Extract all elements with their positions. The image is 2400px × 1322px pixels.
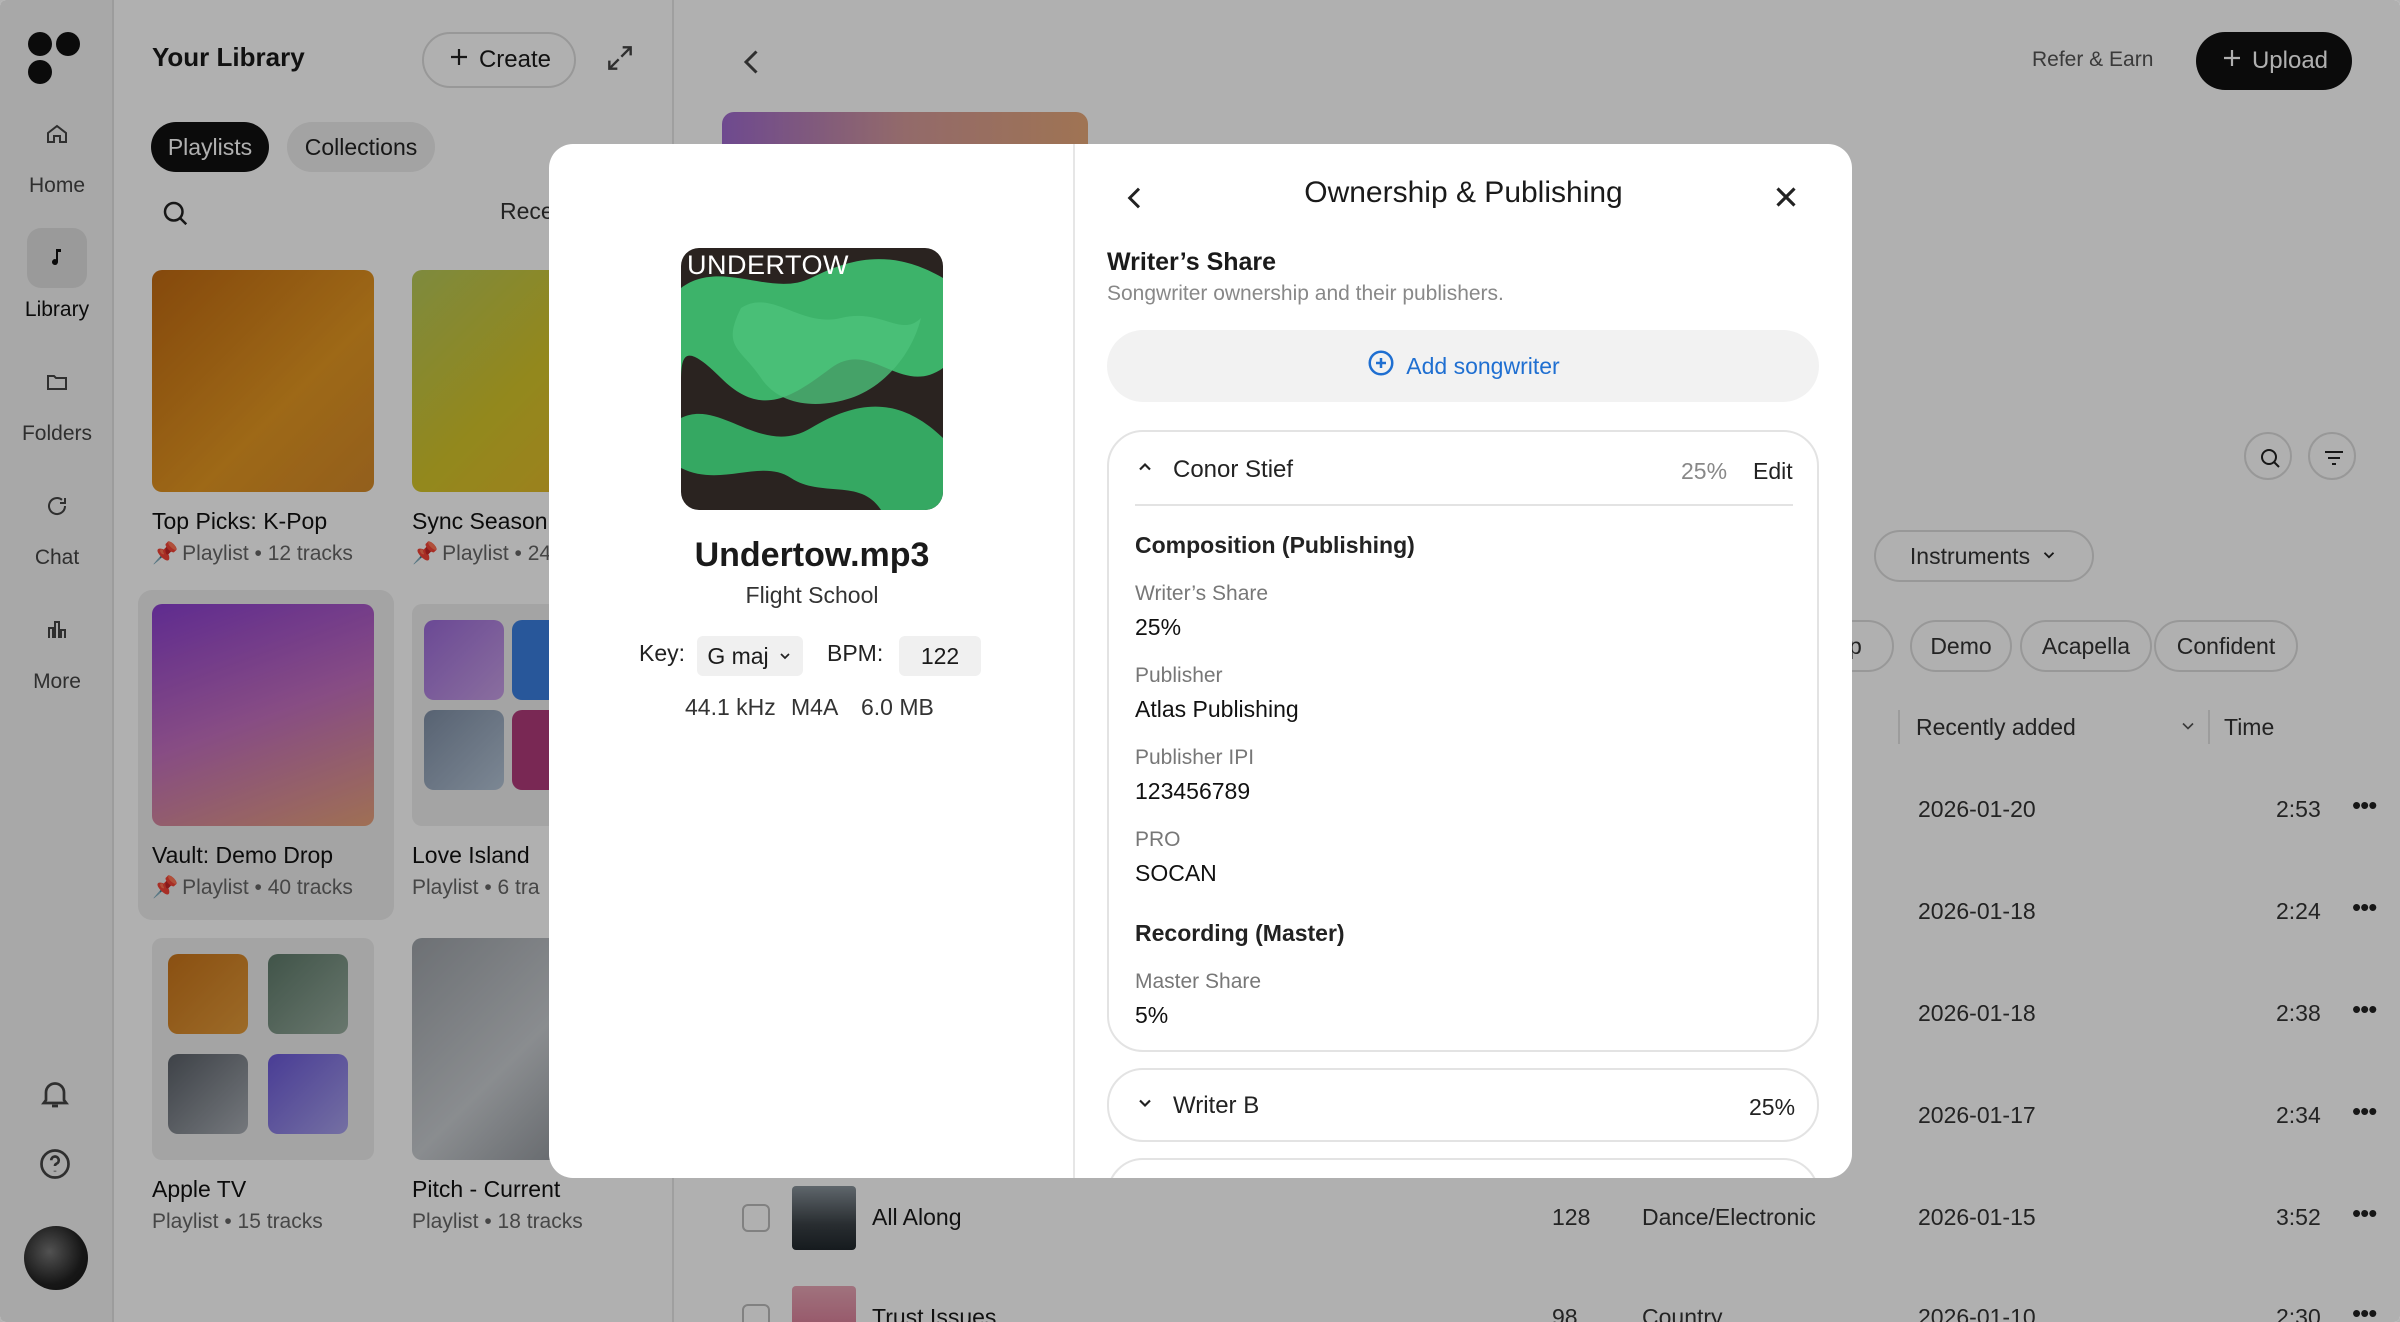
ownership-panel: Ownership & Publishing Writer’s Share So… <box>1075 144 1852 1178</box>
pro-value: SOCAN <box>1135 860 1217 886</box>
key-value: G maj <box>707 642 769 669</box>
add-songwriter-label: Add songwriter <box>1406 352 1560 379</box>
writers-share-title: Writer’s Share <box>1107 248 1277 276</box>
divider <box>1135 504 1793 506</box>
track-filename: Undertow.mp3 <box>694 536 930 574</box>
composition-title: Composition (Publishing) <box>1135 532 1415 558</box>
writer-name: Conor Stief <box>1173 456 1294 483</box>
file-format: M4A <box>791 694 839 720</box>
app-window: Home Library Folders Chat More Your Libr… <box>0 0 2400 1322</box>
file-size: 6.0 MB <box>861 694 934 720</box>
writer-share-pct: 25% <box>1749 1094 1796 1120</box>
writer-accordion[interactable] <box>1107 1158 1819 1178</box>
writers-share-value: 25% <box>1135 614 1182 640</box>
master-share-value: 5% <box>1135 1002 1169 1028</box>
writers-share-subtitle: Songwriter ownership and their publisher… <box>1107 282 1504 305</box>
plus-circle-icon <box>1366 348 1396 384</box>
chevron-down-icon <box>1135 1092 1155 1120</box>
recording-title: Recording (Master) <box>1135 920 1345 946</box>
writer-name: Writer B <box>1173 1092 1260 1119</box>
modal-title: Ownership & Publishing <box>1304 176 1623 209</box>
publisher-ipi-value: 123456789 <box>1135 778 1251 804</box>
writer-accordion-header[interactable]: Conor Stief <box>1135 456 1293 484</box>
writer-accordion-header[interactable]: Writer B <box>1135 1092 1259 1120</box>
pro-label: PRO <box>1135 828 1181 851</box>
key-select[interactable]: G maj <box>697 636 803 676</box>
writer-accordion: Conor Stief 25% Edit Composition (Publis… <box>1107 430 1819 1052</box>
track-cover: UNDERTOW <box>681 248 943 510</box>
chevron-down-icon <box>777 643 793 670</box>
writer-accordion[interactable]: Writer B 25% <box>1107 1068 1819 1142</box>
writers-share-label: Writer’s Share <box>1135 582 1269 605</box>
bpm-label: BPM: <box>827 640 884 666</box>
close-icon[interactable] <box>1769 180 1803 219</box>
track-artist: Flight School <box>745 582 879 608</box>
master-share-label: Master Share <box>1135 970 1262 993</box>
track-summary: UNDERTOW Undertow.mp3 Flight School Key:… <box>549 144 1075 1178</box>
add-songwriter-button[interactable]: Add songwriter <box>1107 330 1819 402</box>
publisher-ipi-label: Publisher IPI <box>1135 746 1255 769</box>
chevron-up-icon <box>1135 456 1155 484</box>
publisher-label: Publisher <box>1135 664 1223 687</box>
cover-title: UNDERTOW <box>687 250 850 280</box>
sample-rate: 44.1 kHz <box>685 694 776 720</box>
writer-share-pct: 25% <box>1681 458 1728 484</box>
key-label: Key: <box>639 640 686 666</box>
ownership-modal: UNDERTOW Undertow.mp3 Flight School Key:… <box>549 144 1852 1178</box>
edit-writer-button[interactable]: Edit <box>1753 458 1793 485</box>
publisher-value: Atlas Publishing <box>1135 696 1299 722</box>
bpm-field[interactable]: 122 <box>899 636 981 676</box>
